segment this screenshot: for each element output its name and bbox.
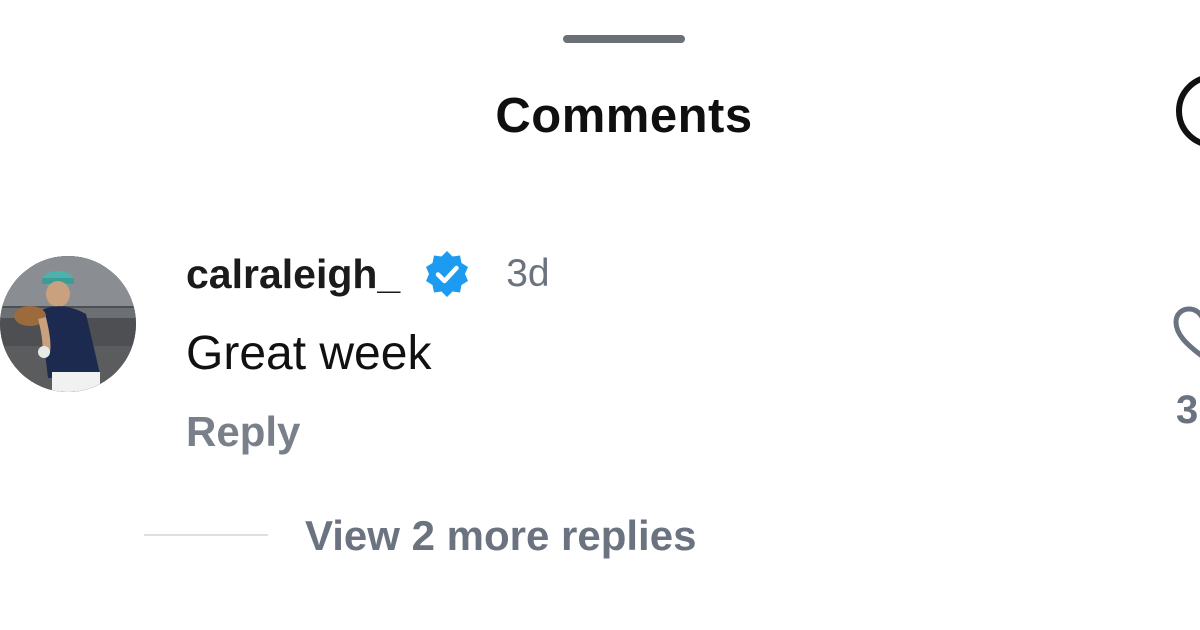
view-more-replies-button[interactable]: View 2 more replies: [305, 512, 696, 560]
reply-button[interactable]: Reply: [186, 408, 300, 456]
comment-header: calraleigh_ 3d: [186, 246, 550, 302]
sheet-title: Comments: [495, 89, 753, 143]
comment-text: Great week: [186, 327, 432, 380]
replies-divider: [144, 534, 268, 536]
comment-username[interactable]: calraleigh_: [186, 251, 400, 298]
comments-sheet: Comments calraleigh_ 3d Great week Reply…: [0, 0, 1200, 630]
verified-badge-icon: [426, 251, 469, 297]
comment-timestamp: 3d: [506, 252, 550, 295]
avatar-photo: [0, 256, 136, 392]
like-count: 3: [1176, 388, 1199, 432]
avatar[interactable]: [0, 256, 136, 392]
heart-icon[interactable]: [1172, 306, 1200, 360]
drag-handle[interactable]: [563, 35, 685, 43]
